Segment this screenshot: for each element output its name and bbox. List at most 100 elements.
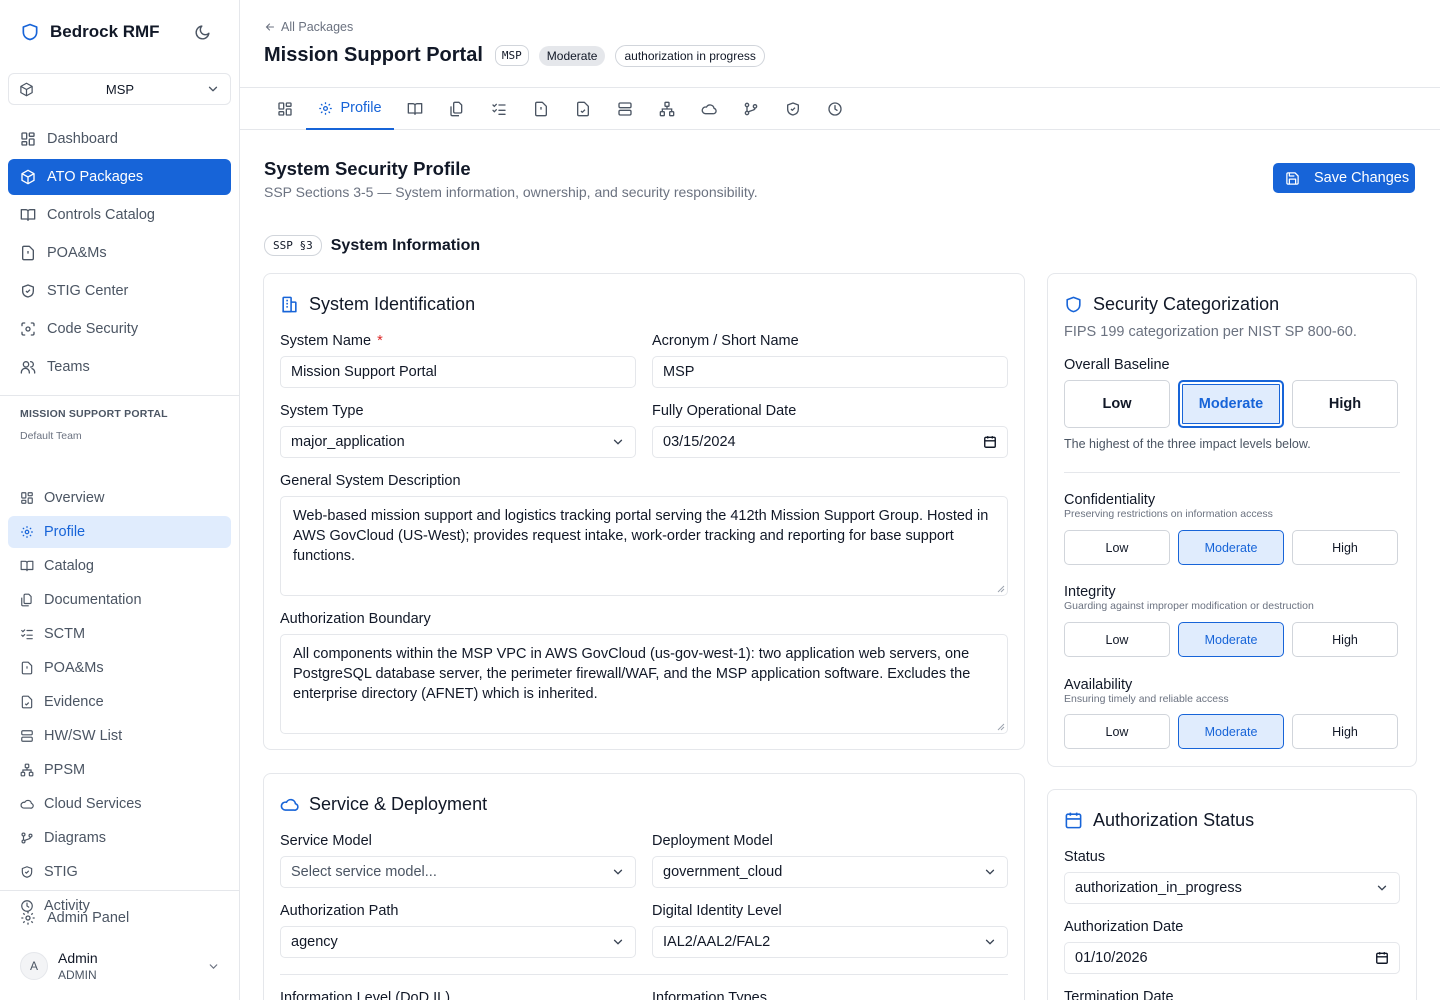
nav-item-label: Code Security <box>47 321 139 337</box>
ssp-section-code: SSP §3 <box>264 235 322 256</box>
chevron-down-icon <box>207 960 220 973</box>
tab-catalog[interactable] <box>394 88 436 130</box>
description-textarea[interactable]: Web-based mission support and logistics … <box>280 496 1008 596</box>
file-alert-icon <box>20 661 34 675</box>
status-value: authorization_in_progress <box>1075 880 1242 896</box>
operational-date-value: 03/15/2024 <box>663 434 736 450</box>
availability-high-button[interactable]: High <box>1292 714 1398 749</box>
deployment-model-select[interactable]: government_cloud <box>652 856 1008 888</box>
status-select[interactable]: authorization_in_progress <box>1064 872 1400 904</box>
sidebar-item-sctm[interactable]: SCTM <box>8 618 231 650</box>
system-name-value: Mission Support Portal <box>291 364 437 380</box>
boundary-textarea[interactable]: All components within the MSP VPC in AWS… <box>280 634 1008 734</box>
confidentiality-moderate-button[interactable]: Moderate <box>1178 530 1284 565</box>
sidebar-item-diagrams[interactable]: Diagrams <box>8 822 231 854</box>
sidebar: Bedrock RMF MSP Dashboard ATO Packages C… <box>0 0 240 1000</box>
book-icon <box>20 559 34 573</box>
resize-grip-icon[interactable] <box>997 723 1005 731</box>
sidebar-item-label: Cloud Services <box>44 796 142 812</box>
nav-item-controls-catalog[interactable]: Controls Catalog <box>8 197 231 233</box>
brand-name: Bedrock RMF <box>50 22 160 41</box>
integrity-high-button[interactable]: High <box>1292 622 1398 657</box>
availability-selector: Low Moderate High <box>1064 714 1398 749</box>
tab-activity[interactable] <box>814 88 856 130</box>
sidebar-item-stig[interactable]: STIG <box>8 856 231 888</box>
back-link[interactable]: All Packages <box>264 20 353 34</box>
documents-icon <box>20 593 34 607</box>
sidebar-item-evidence[interactable]: Evidence <box>8 686 231 718</box>
identity-level-select[interactable]: IAL2/AAL2/FAL2 <box>652 926 1008 958</box>
sidebar-item-ppsm[interactable]: PPSM <box>8 754 231 786</box>
integrity-moderate-button[interactable]: Moderate <box>1178 622 1284 657</box>
deployment-model-value: government_cloud <box>663 864 783 880</box>
sidebar-item-profile[interactable]: Profile <box>8 516 231 548</box>
nav-item-code-security[interactable]: Code Security <box>8 311 231 347</box>
user-name: Admin <box>58 950 98 966</box>
overall-baseline-hint: The highest of the three impact levels b… <box>1064 437 1311 451</box>
nav-item-dashboard[interactable]: Dashboard <box>8 121 231 157</box>
sidebar-item-cloud-services[interactable]: Cloud Services <box>8 788 231 820</box>
user-menu[interactable]: A Admin ADMIN <box>20 950 220 982</box>
file-check-icon <box>575 101 591 117</box>
tab-ppsm[interactable] <box>646 88 688 130</box>
system-name-field[interactable]: Mission Support Portal <box>280 356 636 388</box>
brand[interactable]: Bedrock RMF <box>20 20 160 44</box>
operational-date-field[interactable]: 03/15/2024 <box>652 426 1008 458</box>
nav-item-stig-center[interactable]: STIG Center <box>8 273 231 309</box>
nav-item-ato-packages[interactable]: ATO Packages <box>8 159 231 195</box>
gear-icon <box>318 101 333 116</box>
save-button-label: Save Changes <box>1314 170 1410 186</box>
tab-overview[interactable] <box>264 88 306 130</box>
tab-poams[interactable] <box>520 88 562 130</box>
availability-moderate-button[interactable]: Moderate <box>1178 714 1284 749</box>
tab-profile[interactable]: Profile <box>306 88 394 130</box>
network-icon <box>659 101 675 117</box>
shield-check-icon <box>20 283 36 299</box>
admin-panel-link[interactable]: Admin Panel <box>8 900 231 936</box>
required-marker: * <box>377 333 383 349</box>
package-icon <box>20 169 36 185</box>
confidentiality-high-button[interactable]: High <box>1292 530 1398 565</box>
integrity-selector: Low Moderate High <box>1064 622 1398 657</box>
overall-high-button[interactable]: High <box>1292 380 1398 428</box>
resize-grip-icon[interactable] <box>997 585 1005 593</box>
system-type-select[interactable]: major_application <box>280 426 636 458</box>
file-alert-icon <box>533 101 549 117</box>
tab-stig[interactable] <box>772 88 814 130</box>
authorization-date-field[interactable]: 01/10/2026 <box>1064 942 1400 974</box>
sidebar-item-catalog[interactable]: Catalog <box>8 550 231 582</box>
moon-icon[interactable] <box>194 24 211 41</box>
chevron-down-icon <box>983 865 997 879</box>
acronym-field[interactable]: MSP <box>652 356 1008 388</box>
calendar-icon[interactable] <box>983 435 997 449</box>
sidebar-divider <box>0 395 239 396</box>
integrity-low-button[interactable]: Low <box>1064 622 1170 657</box>
sidebar-item-hw-sw-list[interactable]: HW/SW List <box>8 720 231 752</box>
save-button[interactable]: Save Changes <box>1273 163 1415 193</box>
sidebar-item-poams[interactable]: POA&Ms <box>8 652 231 684</box>
deployment-model-label: Deployment Model <box>652 833 773 849</box>
nav-item-admin-panel[interactable]: Admin Panel <box>8 900 231 936</box>
availability-low-button[interactable]: Low <box>1064 714 1170 749</box>
package-select-value: MSP <box>105 81 135 97</box>
authorization-path-select[interactable]: agency <box>280 926 636 958</box>
confidentiality-low-button[interactable]: Low <box>1064 530 1170 565</box>
documents-icon <box>449 101 465 117</box>
tab-cloud-services[interactable] <box>688 88 730 130</box>
service-model-select[interactable]: Select service model... <box>280 856 636 888</box>
calendar-icon[interactable] <box>1375 951 1389 965</box>
nav-item-poams[interactable]: POA&Ms <box>8 235 231 271</box>
overall-moderate-button[interactable]: Moderate <box>1178 380 1284 428</box>
tab-documentation[interactable] <box>436 88 478 130</box>
info-level-label: Information Level (DoD IL) <box>280 990 451 1000</box>
tab-sctm[interactable] <box>478 88 520 130</box>
nav-item-teams[interactable]: Teams <box>8 349 231 385</box>
sidebar-item-documentation[interactable]: Documentation <box>8 584 231 616</box>
package-select[interactable]: MSP <box>8 73 231 105</box>
gear-icon <box>20 525 34 539</box>
tab-diagrams[interactable] <box>730 88 772 130</box>
overall-low-button[interactable]: Low <box>1064 380 1170 428</box>
tab-hw-sw-list[interactable] <box>604 88 646 130</box>
sidebar-item-overview[interactable]: Overview <box>8 482 231 514</box>
tab-evidence[interactable] <box>562 88 604 130</box>
